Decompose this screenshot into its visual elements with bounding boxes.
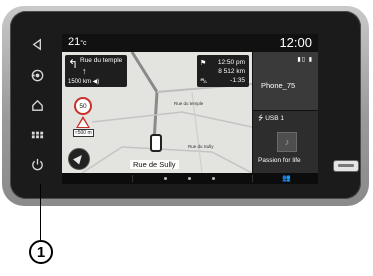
turn-left-icon: ↰ <box>68 57 79 71</box>
page-indicator-dot[interactable] <box>188 177 191 180</box>
compass-icon[interactable] <box>68 148 90 170</box>
remaining-distance: 8 512 km <box>218 68 245 75</box>
vehicle-position-icon <box>150 134 162 152</box>
speed-limit-sign: 50 <box>74 97 92 115</box>
drive-mode-button[interactable] <box>28 67 46 83</box>
album-art-icon: ♪ <box>277 132 297 152</box>
page-indicator-dot[interactable] <box>212 177 215 180</box>
divider <box>252 175 253 182</box>
widgets-panel: ▮▯ ▮ Phone_75 ⭍ USB 1 ♪ Passion for life <box>253 52 318 173</box>
flag-icon: ⚑ <box>200 60 207 67</box>
clock: 12:00 <box>279 35 312 50</box>
traffic-icon: ⛍ <box>200 78 208 85</box>
navigation-map[interactable]: ↰ Rue du temple ↑ 1500 km ◀) ⚑ 12:50 pm … <box>62 52 252 173</box>
menu-button[interactable] <box>28 126 46 142</box>
home-icon <box>31 99 43 111</box>
bottom-bar: 👥 <box>62 173 318 184</box>
track-title: Passion for life <box>258 157 301 164</box>
outside-temperature: 21°c <box>68 36 87 48</box>
straight-arrow-icon: ↑ <box>82 66 87 76</box>
trip-info-card[interactable]: ⚑ 12:50 pm 8 512 km ⛍ -1:35 <box>197 55 249 87</box>
power-button[interactable] <box>28 156 46 172</box>
media-widget[interactable]: ⭍ USB 1 ♪ Passion for life <box>253 111 318 173</box>
menu-icon <box>31 131 43 138</box>
map-label: Rue du Sully <box>188 144 214 149</box>
usb-port <box>334 161 358 171</box>
phone-name: Phone_75 <box>261 81 296 90</box>
phone-widget[interactable]: ▮▯ ▮ Phone_75 <box>253 52 318 110</box>
map-label: Rue du temple <box>174 101 204 106</box>
warning-distance: ≈500 m <box>73 129 94 137</box>
back-icon <box>32 38 41 50</box>
back-button[interactable] <box>28 36 46 52</box>
signal-icon: ▮▯ ▮ <box>297 57 313 63</box>
media-source: ⭍ USB 1 <box>258 115 285 122</box>
page-indicator-dot[interactable] <box>164 177 167 180</box>
callout-line <box>40 184 41 240</box>
time-delta: -1:35 <box>230 77 245 84</box>
home-button[interactable] <box>28 97 46 113</box>
drive-mode-icon <box>31 69 43 81</box>
callout-number: 1 <box>29 240 53 264</box>
usb-icon: ⭍ <box>258 115 264 122</box>
next-street: Rue du temple <box>80 57 123 64</box>
next-distance: 1500 km ◀) <box>68 79 100 85</box>
power-icon <box>31 158 43 170</box>
next-maneuver-card[interactable]: ↰ Rue du temple ↑ 1500 km ◀) <box>65 55 127 87</box>
current-street: Rue de Sully <box>130 160 179 169</box>
profile-icon[interactable]: 👥 <box>282 174 291 182</box>
divider <box>132 175 133 182</box>
eta-time: 12:50 pm <box>217 59 245 66</box>
touchscreen: 21°c 12:00 ↰ Rue du temple ↑ 1500 km ◀) … <box>62 34 318 184</box>
status-bar: 21°c 12:00 <box>62 34 318 52</box>
warning-icon <box>76 116 90 128</box>
